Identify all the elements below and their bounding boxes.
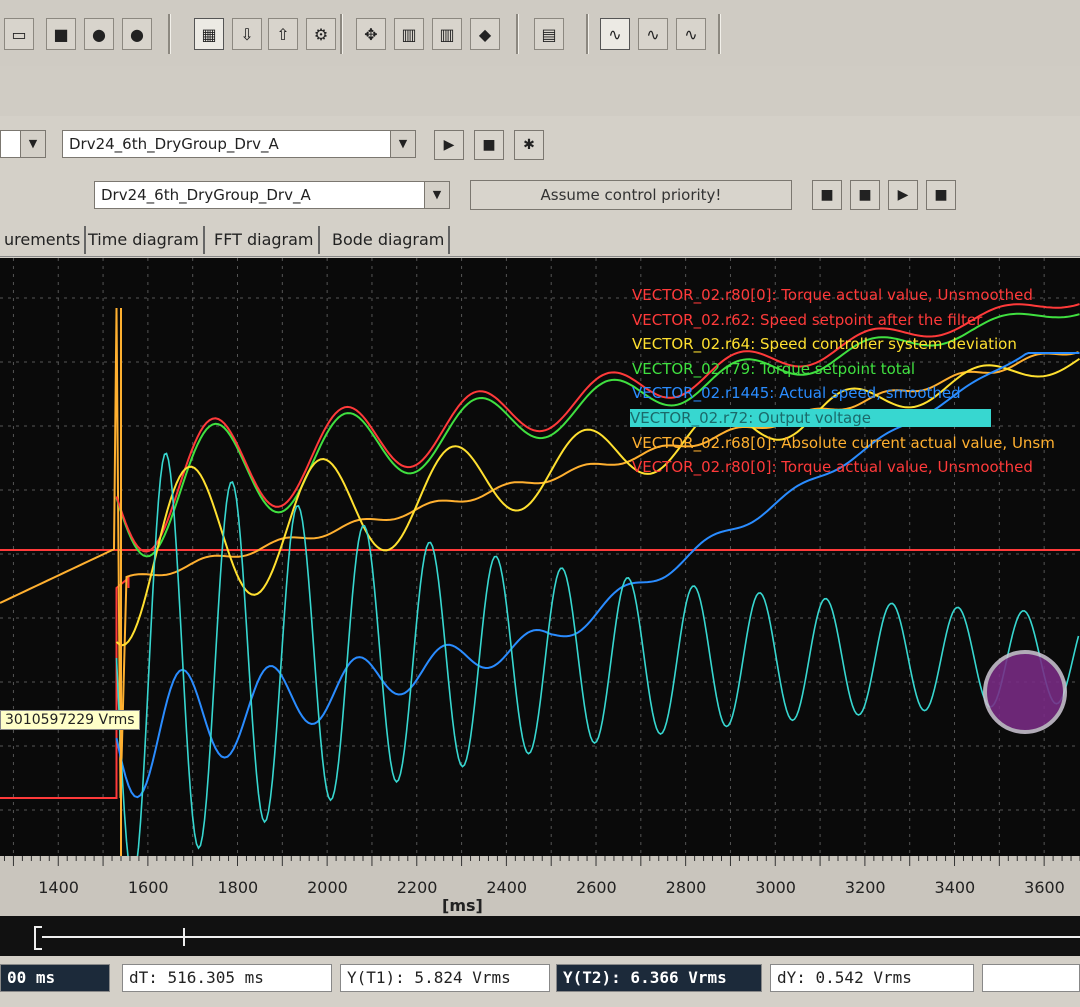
drive-select-top[interactable]: Drv24_6th_DryGroup_Drv_A ▼ [62, 130, 416, 158]
reset-button[interactable]: ✱ [514, 130, 544, 160]
unit-select[interactable]: ▼ [0, 130, 46, 158]
scope-icon[interactable]: ∿ [638, 18, 668, 50]
x-tick-label: 2000 [307, 878, 348, 897]
circle-icon[interactable]: ● [122, 18, 152, 50]
toolbar-separator [586, 14, 589, 54]
run-button[interactable]: ▶ [888, 180, 918, 210]
y-t2-field: Y(T2): 6.366 Vrms [556, 964, 762, 992]
x-tick-label: 3400 [934, 878, 976, 897]
toolbar-separator [516, 14, 519, 54]
trace-output-voltage [115, 452, 1080, 882]
measure-icon[interactable]: ▥ [432, 18, 462, 50]
download-icon[interactable]: ⇩ [232, 18, 262, 50]
tab-measurements[interactable]: urements [0, 226, 87, 254]
chevron-down-icon: ▼ [20, 131, 45, 157]
cursor-value-label: 3010597229 Vrms [0, 710, 140, 730]
legend-entry: VECTOR_02.r62: Speed setpoint after the … [632, 310, 983, 329]
legend-entry: VECTOR_02.r64: Speed controller system d… [632, 335, 1017, 354]
cursor-icon[interactable]: ✥ [356, 18, 386, 50]
chevron-down-icon: ▼ [424, 182, 449, 208]
legend-entry: VECTOR_02.r80[0]: Torque actual value, U… [632, 286, 1033, 304]
record-button[interactable]: ■ [812, 180, 842, 210]
scope-icon[interactable]: ∿ [600, 18, 630, 50]
x-axis-unit: [ms] [442, 896, 483, 915]
legend-entry: VECTOR_02.r72: Output voltage [630, 409, 991, 427]
x-tick-label: 3200 [844, 878, 886, 897]
delta-time-field: dT: 516.305 ms [122, 964, 332, 992]
zoom-icon[interactable]: ▤ [534, 18, 564, 50]
toolbar-separator [718, 14, 721, 54]
trigger-icon[interactable]: ▦ [194, 18, 224, 50]
trace-plot[interactable]: VECTOR_02.r80[0]: Torque actual value, U… [0, 258, 1080, 882]
x-tick-label: 3000 [755, 878, 796, 897]
x-tick-label: 3600 [1024, 878, 1065, 897]
device-row: ▼ Drv24_6th_DryGroup_Drv_A ▼ ▶ ■ ✱ [0, 116, 1080, 176]
trace-torque-step [0, 575, 130, 799]
x-axis: 1400 1600 1800 2000 2200 2400 2600 2800 3000 3200… [0, 856, 1080, 916]
toolbar-separator [168, 14, 171, 54]
x-tick-label: 1800 [217, 878, 259, 897]
legend-entry: VECTOR_02.r80[0]: Torque actual value, U… [632, 458, 1033, 477]
scroll-track [42, 936, 1080, 938]
play-button[interactable]: ▶ [434, 130, 464, 160]
tab-fft-diagram[interactable]: FFT diagram [210, 226, 320, 254]
record-icon[interactable]: ◆ [470, 18, 500, 50]
stop-icon[interactable]: ■ [46, 18, 76, 50]
pause-button[interactable]: ■ [850, 180, 880, 210]
time-scrollbar[interactable] [0, 916, 1080, 956]
drive-select-bottom[interactable]: Drv24_6th_DryGroup_Drv_A ▼ [94, 181, 450, 209]
legend-entry: VECTOR_02.r68[0]: Absolute current actua… [632, 433, 1055, 452]
drive-select-top-value: Drv24_6th_DryGroup_Drv_A [69, 135, 279, 153]
x-tick-label: 2200 [396, 878, 438, 897]
scroll-left-bracket[interactable] [34, 926, 42, 950]
toolbar-separator [340, 14, 343, 54]
halt-button[interactable]: ■ [926, 180, 956, 210]
x-tick-label: 2600 [576, 878, 617, 897]
chevron-down-icon: ▼ [390, 131, 415, 157]
status-bar: 00 ms dT: 516.305 ms Y(T1): 5.824 Vrms Y… [0, 956, 1080, 1007]
assume-priority-button[interactable]: Assume control priority! [470, 180, 792, 210]
tab-bode-diagram[interactable]: Bode diagram [328, 226, 451, 254]
delta-y-field: dY: 0.542 Vrms [770, 964, 974, 992]
scroll-marker[interactable] [183, 928, 185, 946]
tab-time-diagram[interactable]: Time diagram [84, 226, 205, 254]
open-icon[interactable]: ▭ [4, 18, 34, 50]
x-tick-label: 1400 [38, 878, 79, 897]
x-tick-label: 2400 [486, 878, 528, 897]
measure-icon[interactable]: ▥ [394, 18, 424, 50]
y-t1-field: Y(T1): 5.824 Vrms [340, 964, 550, 992]
x-tick-label: 2800 [665, 878, 707, 897]
settings-icon[interactable]: ⚙ [306, 18, 336, 50]
toolbar-area [0, 66, 1080, 116]
main-toolbar: ▭ ■ ● ● ▦ ⇩ ⇧ ⚙ ✥ ▥ ▥ ◆ ▤ ∿ ∿ ∿ [0, 0, 1080, 67]
upload-icon[interactable]: ⇧ [268, 18, 298, 50]
time-field: 00 ms [0, 964, 110, 992]
tab-bar: urements Time diagram FFT diagram Bode d… [0, 222, 1080, 257]
stop-button[interactable]: ■ [474, 130, 504, 160]
legend-entry: VECTOR_02.r1445: Actual speed, smoothed [632, 384, 961, 403]
scope-icon[interactable]: ∿ [676, 18, 706, 50]
drive-select-bottom-value: Drv24_6th_DryGroup_Drv_A [101, 186, 311, 204]
legend-entry: VECTOR_02.r79: Torque setpoint total [632, 359, 916, 378]
floating-bubble-icon[interactable] [983, 650, 1067, 734]
control-row: Drv24_6th_DryGroup_Drv_A ▼ Assume contro… [0, 176, 1080, 222]
x-tick-label: 1600 [127, 878, 169, 897]
extra-field [982, 964, 1080, 992]
circle-icon[interactable]: ● [84, 18, 114, 50]
